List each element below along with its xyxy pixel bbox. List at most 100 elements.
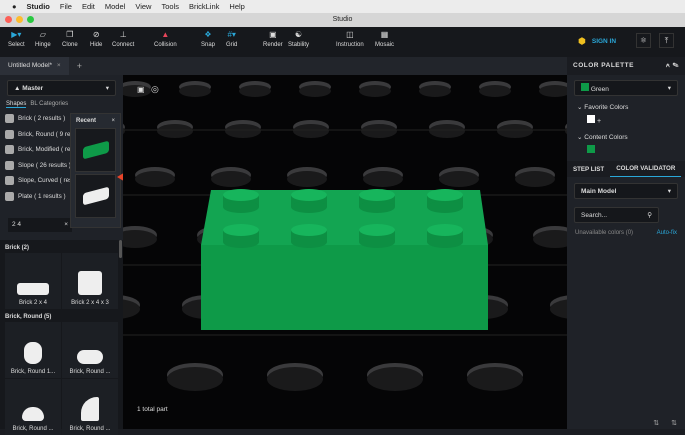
recent-part-green-brick[interactable]	[75, 128, 116, 172]
clear-search-icon[interactable]: ×	[64, 221, 68, 229]
collision-tool[interactable]: ▲ Collision	[154, 30, 177, 48]
minimize-window-button[interactable]	[16, 16, 23, 23]
add-favorite-color-button[interactable]: +	[597, 118, 601, 125]
hide-tool[interactable]: ⊘ Hide	[90, 30, 102, 48]
tab-untitled-model[interactable]: Untitled Model* ×	[0, 57, 69, 75]
part-brick-round[interactable]: Brick, Round 1...	[5, 322, 61, 378]
sign-in-button[interactable]: ⬢ SIGN IN	[578, 36, 616, 47]
quarter-round-thumbnail	[81, 397, 99, 421]
brick-stud-top	[359, 189, 395, 201]
snap-tool[interactable]: ❖ Snap	[201, 30, 215, 48]
menu-tools[interactable]: Tools	[161, 2, 179, 11]
snap-icon: ❖	[204, 30, 212, 39]
zoom-window-button[interactable]	[27, 16, 34, 23]
brick-stud-top	[223, 224, 259, 236]
brick-stud-base	[291, 201, 327, 213]
instruction-book-icon: ◫	[346, 30, 354, 39]
part-brick-round[interactable]: Brick, Round ...	[62, 379, 118, 435]
stud-shadow	[299, 85, 331, 97]
brick-front-face	[201, 245, 488, 330]
stud-shadow	[359, 85, 391, 97]
connect-tool[interactable]: ⊥ Connect	[112, 30, 134, 48]
brick-stud-top	[291, 224, 327, 236]
3d-viewport[interactable]: ▣ ◎ 1 total part	[123, 75, 567, 429]
menu-file[interactable]: File	[60, 2, 72, 11]
collapse-icon[interactable]: ⇅	[653, 419, 659, 427]
stud-shadow	[467, 367, 523, 391]
model-select[interactable]: ▲ Master ▾	[7, 80, 116, 96]
tab-color-validator[interactable]: COLOR VALIDATOR	[610, 161, 682, 177]
render-tool[interactable]: ▣ Render	[263, 30, 283, 48]
part-count-status: 1 total part	[137, 406, 168, 413]
mosaic-tool[interactable]: ▦ Mosaic	[375, 30, 394, 48]
dome-thumbnail	[22, 407, 44, 421]
camera-icon[interactable]: ▣	[137, 85, 145, 94]
clone-tool[interactable]: ❐ Clone	[62, 30, 78, 48]
white-swatch[interactable]	[587, 115, 595, 123]
stud-shadow	[239, 85, 271, 97]
auto-fix-link[interactable]: Auto-fix	[657, 230, 677, 236]
stability-tool[interactable]: ☯ Stability	[288, 30, 309, 48]
expand-icon[interactable]: ⇅	[671, 419, 677, 427]
window-title: Studio	[332, 16, 353, 23]
close-window-button[interactable]	[5, 16, 12, 23]
modified-brick-icon	[5, 145, 14, 155]
stud-shadow	[367, 367, 423, 391]
favorite-colors-header[interactable]: ⌄ Favorite Colors	[567, 101, 685, 113]
paint-roller-icon[interactable]: ⍲	[666, 62, 670, 69]
part-brick-2x4x3[interactable]: Brick 2 x 4 x 3	[62, 253, 118, 309]
close-tab-icon[interactable]: ×	[57, 62, 61, 69]
add-tab-button[interactable]: +	[77, 61, 82, 71]
connect-icon: ⊥	[119, 30, 127, 39]
menu-bricklink[interactable]: BrickLink	[189, 2, 219, 11]
brick-stud-base	[291, 236, 327, 248]
tab-shapes[interactable]: Shapes	[6, 101, 27, 108]
main-model-select[interactable]: Main Model ▾	[574, 183, 678, 199]
eyedropper-icon[interactable]: ✎	[673, 62, 679, 69]
clone-icon: ❐	[66, 30, 74, 39]
menu-view[interactable]: View	[135, 2, 151, 11]
stud-shadow	[225, 124, 261, 138]
menu-model[interactable]: Model	[105, 2, 125, 11]
chevron-down-icon: ▾	[105, 85, 109, 92]
scrollbar[interactable]	[119, 240, 122, 258]
stud-shadow	[497, 124, 533, 138]
stud-shadow	[287, 171, 327, 187]
recent-part-white-brick[interactable]	[75, 174, 116, 218]
select-tool[interactable]: ▶▾ Select	[8, 30, 25, 48]
color-search-input[interactable]: Search... ⚲	[574, 207, 659, 223]
brick-stud-base	[223, 201, 259, 213]
part-search-input[interactable]: 2 4 ×	[8, 218, 72, 232]
part-brick-round[interactable]: Brick, Round ...	[62, 322, 118, 378]
curved-slope-icon	[5, 176, 14, 186]
stud-shadow	[439, 171, 479, 187]
part-brick-round[interactable]: Brick, Round ...	[5, 379, 61, 435]
menu-studio[interactable]: Studio	[27, 2, 50, 11]
color-palette-title: COLOR PALETTE	[573, 62, 634, 69]
brick-stud-base	[427, 201, 463, 213]
brick-stud-top	[359, 224, 395, 236]
brick-stud-top	[291, 189, 327, 201]
close-recent-icon[interactable]: ×	[111, 118, 115, 124]
cart-button[interactable]: ⚛	[636, 33, 651, 48]
grid-tool[interactable]: #▾ Grid	[226, 30, 237, 48]
upload-button[interactable]: ⤒	[659, 33, 674, 48]
instruction-tool[interactable]: ◫ Instruction	[336, 30, 364, 48]
tab-bl-categories[interactable]: BL Categories	[30, 101, 68, 108]
hinge-tool[interactable]: ▱ Hinge	[35, 30, 51, 48]
menu-help[interactable]: Help	[229, 2, 244, 11]
recent-title: Recent	[76, 118, 97, 124]
search-results: Brick (2) Brick 2 x 4 Brick 2 x 4 x 3 Br…	[0, 240, 123, 435]
apple-icon[interactable]: ●	[12, 2, 17, 11]
brick-stud-top	[223, 189, 259, 201]
stud-shadow	[211, 171, 251, 187]
color-select[interactable]: Green ▾	[574, 80, 678, 96]
part-brick-2x4[interactable]: Brick 2 x 4	[5, 253, 61, 309]
menu-edit[interactable]: Edit	[82, 2, 95, 11]
content-colors-header[interactable]: ⌄ Content Colors	[567, 127, 685, 143]
brick-thumbnail	[17, 283, 49, 295]
green-swatch[interactable]	[587, 145, 595, 153]
tab-step-list[interactable]: STEP LIST	[567, 166, 610, 173]
round-brick-thumbnail	[77, 350, 103, 364]
orbit-icon[interactable]: ◎	[151, 84, 159, 95]
